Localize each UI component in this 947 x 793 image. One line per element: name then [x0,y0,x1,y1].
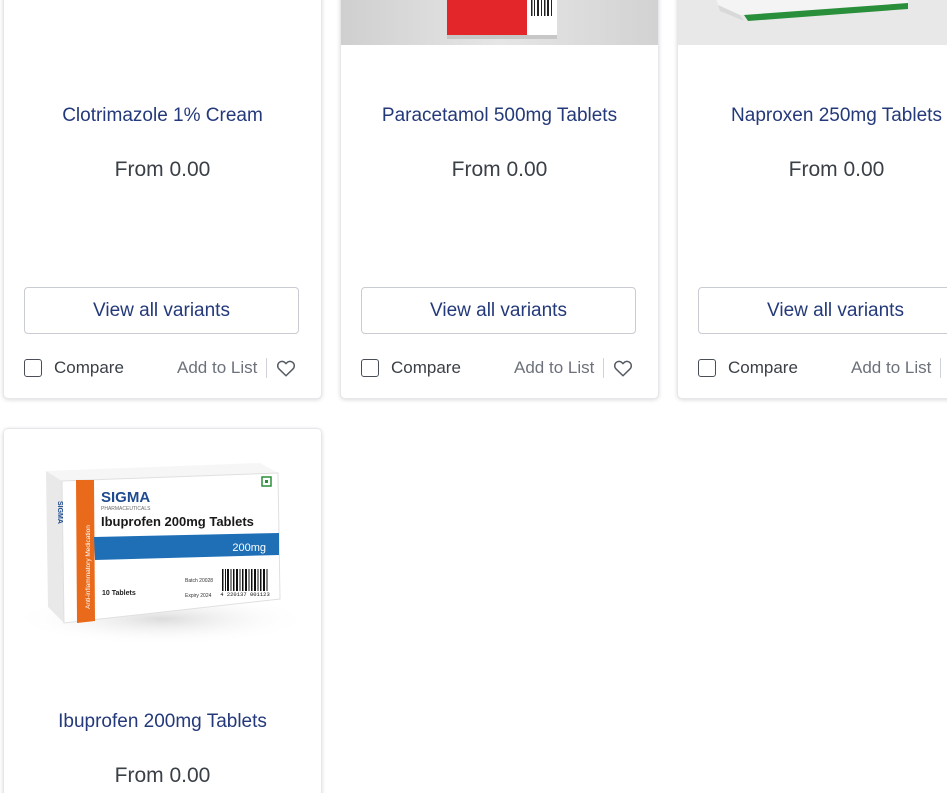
compare-label: Compare [391,358,461,377]
product-card: Naproxen 250mg Tablets From 0.00 View al… [677,0,947,399]
add-to-list-button[interactable]: Add to List [177,357,296,379]
box-brand-sub: PHARMACEUTICALS [101,506,151,512]
product-title[interactable]: Paracetamol 500mg Tablets [341,104,658,128]
view-all-variants-button[interactable]: View all variants [361,287,636,334]
box-product-name: Ibuprofen 200mg Tablets [101,514,254,529]
view-all-variants-button[interactable]: View all variants [698,287,947,334]
product-price: From 0.00 [788,158,885,181]
box-strength: 200mg [232,542,266,554]
product-title[interactable]: Naproxen 250mg Tablets [678,104,947,128]
compare-label: Compare [728,358,798,377]
checkbox-icon[interactable] [361,359,379,377]
red-medicine-box-image [341,0,658,45]
heart-icon[interactable] [276,359,296,377]
compare-label: Compare [54,358,124,377]
box-brand: SIGMA [101,489,150,506]
green-medicine-box-image [678,0,947,45]
product-title[interactable]: Clotrimazole 1% Cream [4,104,321,128]
add-to-list-label: Add to List [851,358,932,377]
divider [266,358,268,378]
box-side-text: Anti-inflammatory Medication [85,525,92,609]
product-card: Paracetamol 500mg Tablets From 0.00 View… [340,0,659,399]
add-to-list-label: Add to List [514,358,595,377]
box-side-brand: SIGMA [56,501,63,524]
checkbox-icon[interactable] [24,359,42,377]
box-batch: Batch 20028 [185,578,213,584]
product-card: SIGMA PHARMACEUTICALS Ibuprofen 200mg Ta… [3,428,322,793]
product-card: Clotrimazole 1% Cream From 0.00 View all… [3,0,322,399]
product-price: From 0.00 [451,158,548,181]
add-to-list-button[interactable]: Add to List [851,357,947,379]
add-to-list-button[interactable]: Add to List [514,357,633,379]
product-image[interactable] [341,0,658,45]
view-all-variants-button[interactable]: View all variants [24,287,299,334]
compare-checkbox[interactable]: Compare [24,357,124,379]
box-barcode-digits: 4 220137 001123 [220,591,270,598]
product-grid: Clotrimazole 1% Cream From 0.00 View all… [0,0,947,793]
checkbox-icon[interactable] [698,359,716,377]
compare-checkbox[interactable]: Compare [698,357,798,379]
divider [603,358,605,378]
compare-checkbox[interactable]: Compare [361,357,461,379]
product-price: From 0.00 [114,764,211,787]
add-to-list-label: Add to List [177,358,258,377]
box-count: 10 Tablets [102,590,136,597]
heart-icon[interactable] [613,359,633,377]
divider [940,358,942,378]
ibuprofen-box-image: SIGMA PHARMACEUTICALS Ibuprofen 200mg Ta… [12,463,312,645]
box-expiry: Expiry 2024 [185,593,212,599]
product-image[interactable] [4,0,321,45]
product-price: From 0.00 [114,158,211,181]
product-title[interactable]: Ibuprofen 200mg Tablets [4,710,321,734]
product-image[interactable]: SIGMA PHARMACEUTICALS Ibuprofen 200mg Ta… [4,429,321,659]
product-image[interactable] [678,0,947,45]
